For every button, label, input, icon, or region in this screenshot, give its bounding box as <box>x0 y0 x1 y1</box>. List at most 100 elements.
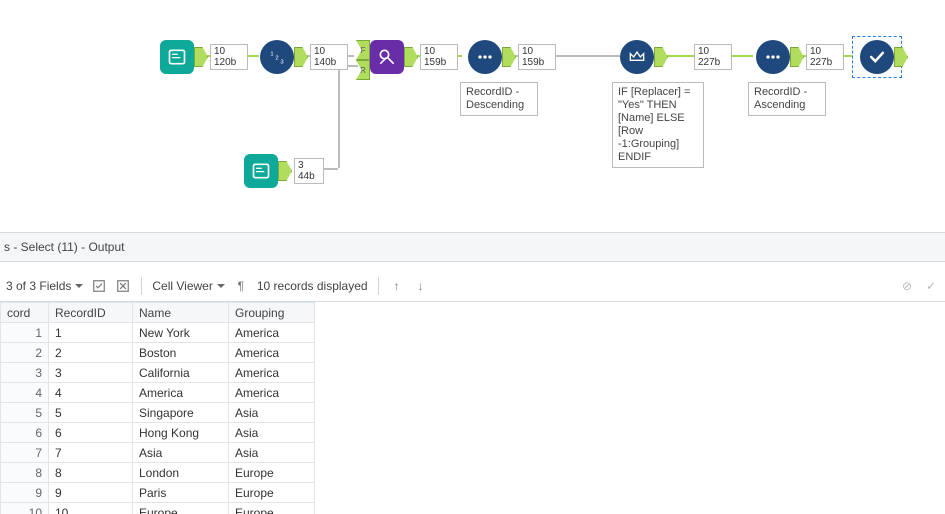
cell-name: Singapore <box>133 403 229 423</box>
sort-tool[interactable] <box>468 40 502 74</box>
cell-index: 10 <box>1 503 49 514</box>
separator <box>378 277 379 295</box>
results-header: s - Select (11) - Output <box>0 232 945 262</box>
stat-size: 44b <box>298 171 320 182</box>
table-row[interactable]: 33CaliforniaAmerica <box>1 363 315 383</box>
table-row[interactable]: 55SingaporeAsia <box>1 403 315 423</box>
stat-rows: 3 <box>298 160 320 171</box>
arrow-down-icon[interactable]: ↓ <box>413 278 429 294</box>
text-input-tool[interactable] <box>244 154 278 188</box>
stat-rows: 10 <box>810 46 840 57</box>
table-row[interactable]: 66Hong KongAsia <box>1 423 315 443</box>
results-grid[interactable]: cord RecordID Name Grouping 11New YorkAm… <box>0 302 945 514</box>
workflow-canvas[interactable]: 10 120b 123 10 140b F R 10 159b 10 159b … <box>0 0 945 225</box>
cell-recordid: 9 <box>49 483 133 503</box>
cell-grouping: Europe <box>229 483 315 503</box>
output-anchor[interactable] <box>654 47 668 67</box>
stat-size: 159b <box>424 57 454 68</box>
cell-recordid: 1 <box>49 323 133 343</box>
tool-stat: 10 159b <box>518 44 556 70</box>
output-anchor[interactable] <box>502 47 516 67</box>
record-id-tool[interactable]: 123 <box>260 40 294 74</box>
arrow-up-icon[interactable]: ↑ <box>389 278 405 294</box>
stat-rows: 10 <box>698 46 728 57</box>
tool-annotation: RecordID - Descending <box>460 82 538 116</box>
cell-index: 2 <box>1 343 49 363</box>
select-tool[interactable] <box>860 40 894 74</box>
records-displayed-label: 10 records displayed <box>257 279 368 293</box>
cell-index: 5 <box>1 403 49 423</box>
multi-row-formula-tool[interactable] <box>620 40 654 74</box>
results-table[interactable]: cord RecordID Name Grouping 11New YorkAm… <box>0 302 315 514</box>
sort-icon <box>763 47 783 67</box>
input-anchor-r[interactable]: R <box>356 60 370 80</box>
cell-name: Paris <box>133 483 229 503</box>
table-row[interactable]: 99ParisEurope <box>1 483 315 503</box>
cell-name: Hong Kong <box>133 423 229 443</box>
output-anchor[interactable] <box>404 47 418 67</box>
table-row[interactable]: 44AmericaAmerica <box>1 383 315 403</box>
cell-grouping: America <box>229 383 315 403</box>
text-input-tool[interactable] <box>160 40 194 74</box>
cell-grouping: Europe <box>229 463 315 483</box>
cell-grouping: Europe <box>229 503 315 514</box>
cell-grouping: Asia <box>229 423 315 443</box>
cell-viewer-dropdown[interactable]: Cell Viewer <box>152 279 224 293</box>
tool-annotation: IF [Replacer] = "Yes" THEN [Name] ELSE [… <box>612 82 704 168</box>
cell-index: 7 <box>1 443 49 463</box>
stat-size: 227b <box>698 57 728 68</box>
cell-recordid: 2 <box>49 343 133 363</box>
sort-icon <box>475 47 495 67</box>
cell-index: 9 <box>1 483 49 503</box>
no-entry-icon[interactable]: ⊘ <box>899 278 915 294</box>
tool-stat: 3 44b <box>294 158 324 184</box>
output-anchor[interactable] <box>294 47 308 67</box>
cell-recordid: 5 <box>49 403 133 423</box>
cell-name: California <box>133 363 229 383</box>
output-anchor[interactable] <box>194 47 208 67</box>
paragraph-icon[interactable]: ¶ <box>233 278 249 294</box>
col-name[interactable]: Name <box>133 303 229 323</box>
cell-name: Boston <box>133 343 229 363</box>
cell-name: London <box>133 463 229 483</box>
table-row[interactable]: 1010EuropeEurope <box>1 503 315 514</box>
find-replace-tool[interactable] <box>370 40 404 74</box>
col-record[interactable]: cord <box>1 303 49 323</box>
input-anchor-f[interactable]: F <box>356 40 370 60</box>
select-icon <box>867 47 887 67</box>
cell-index: 8 <box>1 463 49 483</box>
table-row[interactable]: 11New YorkAmerica <box>1 323 315 343</box>
tool-stat: 10 140b <box>310 44 348 70</box>
fields-dropdown[interactable]: 3 of 3 Fields <box>6 279 83 293</box>
cell-recordid: 10 <box>49 503 133 514</box>
stat-rows: 10 <box>522 46 552 57</box>
table-header-row: cord RecordID Name Grouping <box>1 303 315 323</box>
table-row[interactable]: 22BostonAmerica <box>1 343 315 363</box>
record-id-icon: 123 <box>267 47 287 67</box>
results-toolbar: 3 of 3 Fields Cell Viewer ¶ 10 records d… <box>0 270 945 302</box>
table-row[interactable]: 88LondonEurope <box>1 463 315 483</box>
output-anchor[interactable] <box>894 47 908 67</box>
stat-size: 140b <box>314 57 344 68</box>
apply-icon[interactable]: ✓ <box>923 278 939 294</box>
tool-stat: 10 227b <box>694 44 732 70</box>
cell-grouping: Asia <box>229 403 315 423</box>
formula-icon <box>627 47 647 67</box>
stat-size: 227b <box>810 57 840 68</box>
check-icon[interactable] <box>91 278 107 294</box>
output-anchor[interactable] <box>278 161 292 181</box>
col-recordid[interactable]: RecordID <box>49 303 133 323</box>
svg-text:1: 1 <box>270 51 273 57</box>
tool-stat: 10 120b <box>210 44 248 70</box>
output-anchor[interactable] <box>790 47 804 67</box>
col-grouping[interactable]: Grouping <box>229 303 315 323</box>
tool-annotation: RecordID - Ascending <box>748 82 826 116</box>
table-row[interactable]: 77AsiaAsia <box>1 443 315 463</box>
cell-recordid: 4 <box>49 383 133 403</box>
tool-stat: 10 227b <box>806 44 844 70</box>
results-title: s - Select (11) - Output <box>4 240 125 254</box>
uncheck-icon[interactable] <box>115 278 131 294</box>
stat-size: 120b <box>214 57 244 68</box>
text-input-icon <box>251 161 271 181</box>
sort-tool[interactable] <box>756 40 790 74</box>
